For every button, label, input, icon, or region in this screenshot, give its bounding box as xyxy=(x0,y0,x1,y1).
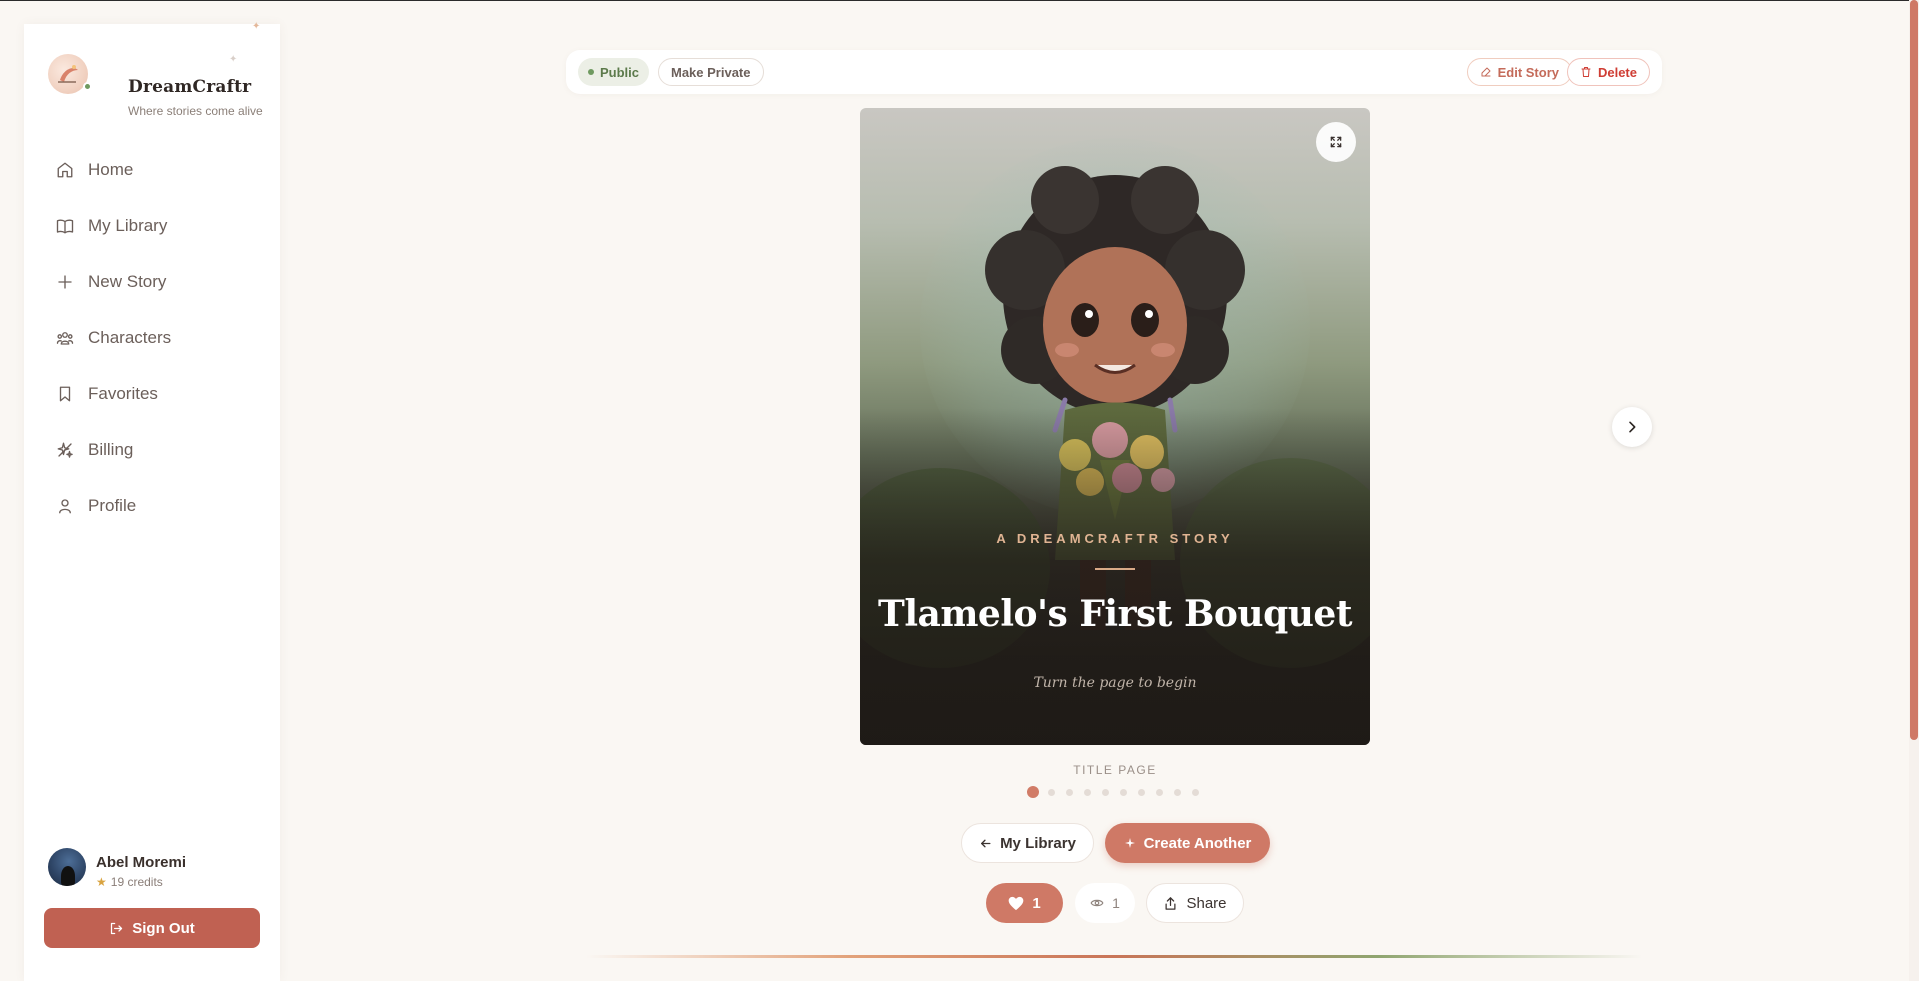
sidebar-item-home[interactable]: Home xyxy=(40,150,264,190)
page-dot[interactable] xyxy=(1048,788,1055,796)
page-dot[interactable] xyxy=(1102,788,1109,796)
sidebar-item-label: Billing xyxy=(88,440,134,459)
online-status-dot xyxy=(83,82,92,91)
sidebar-item-profile[interactable]: Profile xyxy=(40,486,264,526)
sparkle-icon xyxy=(1124,838,1135,848)
plus-icon xyxy=(58,275,72,289)
story-subtitle: Turn the page to begin xyxy=(1033,675,1197,691)
share-button[interactable]: Share xyxy=(1146,883,1244,923)
heart-icon xyxy=(1008,896,1024,910)
create-another-button[interactable]: Create Another xyxy=(1105,823,1270,863)
visibility-badge: Public xyxy=(578,58,650,86)
page-dot[interactable] xyxy=(1138,788,1145,796)
page-dot[interactable] xyxy=(1027,786,1039,798)
page-label: TITLE PAGE xyxy=(1073,763,1157,777)
make-private-label: Make Private xyxy=(671,64,751,80)
next-page-button[interactable] xyxy=(1612,407,1652,447)
edit-story-label: Edit Story xyxy=(1497,64,1559,80)
arrow-left-icon xyxy=(981,839,991,847)
make-private-button[interactable]: Make Private xyxy=(658,58,764,86)
page-dot[interactable] xyxy=(1084,788,1091,796)
page-shade xyxy=(860,408,1370,745)
fullscreen-button[interactable] xyxy=(1316,122,1356,162)
like-button[interactable]: 1 xyxy=(986,883,1063,923)
sidebar-item-characters[interactable]: Characters xyxy=(40,318,264,358)
decorative-gradient-line xyxy=(586,955,1642,958)
user-card[interactable]: Abel Moremi ★ 19 credits xyxy=(48,848,258,898)
views-value: 1 xyxy=(1112,895,1120,911)
sidebar-item-label: Home xyxy=(88,160,134,179)
sparkles-icon xyxy=(57,442,73,458)
sparkle-icon: ✦ xyxy=(252,21,261,32)
library-button-label: My Library xyxy=(1000,834,1076,852)
share-icon xyxy=(1165,896,1176,910)
story-kicker: A DREAMCRAFTR STORY xyxy=(996,531,1234,546)
visibility-label: Public xyxy=(600,64,640,80)
sign-out-button[interactable]: Sign Out xyxy=(44,908,260,948)
avatar xyxy=(48,848,86,886)
back-to-library-button[interactable]: My Library xyxy=(961,823,1094,863)
story-toolbar: Public Make Private Edit Story Delete xyxy=(566,50,1662,94)
page-dot[interactable] xyxy=(1192,788,1199,796)
logout-icon xyxy=(111,922,123,934)
page-dot[interactable] xyxy=(1120,788,1127,796)
bookmark-icon xyxy=(59,386,71,402)
scrollbar-thumb[interactable] xyxy=(1910,0,1918,740)
chevron-right-icon xyxy=(1629,421,1636,433)
page-indicator xyxy=(1027,786,1210,798)
edit-story-button[interactable]: Edit Story xyxy=(1466,58,1572,86)
sidebar-item-new-story[interactable]: New Story xyxy=(40,262,264,302)
story-title-page: A DREAMCRAFTR STORY Tlamelo's First Bouq… xyxy=(860,108,1370,745)
sidebar-item-favorites[interactable]: Favorites xyxy=(40,374,264,414)
story-title: Tlamelo's First Bouquet xyxy=(878,593,1352,635)
dreamcraftr-logo-icon xyxy=(48,54,88,94)
book-icon xyxy=(56,219,74,234)
users-icon xyxy=(56,332,74,345)
user-icon xyxy=(59,499,71,514)
sidebar-item-label: Favorites xyxy=(88,384,158,403)
delete-button[interactable]: Delete xyxy=(1566,58,1650,86)
star-icon: ★ xyxy=(96,875,107,889)
sparkle-icon: ✦ xyxy=(229,54,238,65)
sidebar-item-label: New Story xyxy=(88,272,167,291)
credits-label: 19 credits xyxy=(110,875,163,889)
page-dot[interactable] xyxy=(1066,788,1073,796)
create-another-label: Create Another xyxy=(1143,834,1252,852)
sidebar-item-label: Characters xyxy=(88,328,172,347)
delete-label: Delete xyxy=(1597,64,1637,80)
sidebar-item-billing[interactable]: Billing xyxy=(40,430,264,470)
sidebar-item-label: Profile xyxy=(88,496,137,515)
share-label: Share xyxy=(1186,894,1227,912)
eye-icon xyxy=(1090,899,1104,907)
user-name: Abel Moremi xyxy=(96,854,187,871)
trash-icon xyxy=(1581,67,1591,77)
like-count: 1 xyxy=(1032,894,1041,912)
page-dot[interactable] xyxy=(1174,788,1181,796)
views-count: 1 xyxy=(1075,883,1135,923)
page-dot[interactable] xyxy=(1156,788,1163,796)
home-icon xyxy=(57,162,73,178)
expand-icon xyxy=(1330,136,1342,148)
window-top-border xyxy=(0,0,1919,1)
brand-name: DreamCraftr xyxy=(128,77,252,97)
sidebar-item-label: My Library xyxy=(88,216,168,235)
public-status-dot xyxy=(588,69,594,75)
edit-icon xyxy=(1481,67,1491,77)
sidebar-item-my-library[interactable]: My Library xyxy=(40,206,264,246)
sign-out-label: Sign Out xyxy=(132,919,195,937)
title-divider xyxy=(1095,568,1135,570)
credits-count: ★ 19 credits xyxy=(96,875,163,889)
sidebar: DreamCraftr Where stories come alive ✦ ✦… xyxy=(24,21,280,981)
sidebar-nav: Home My Library New Story Characters Fav… xyxy=(40,150,264,542)
brand-tagline: Where stories come alive xyxy=(128,104,263,118)
